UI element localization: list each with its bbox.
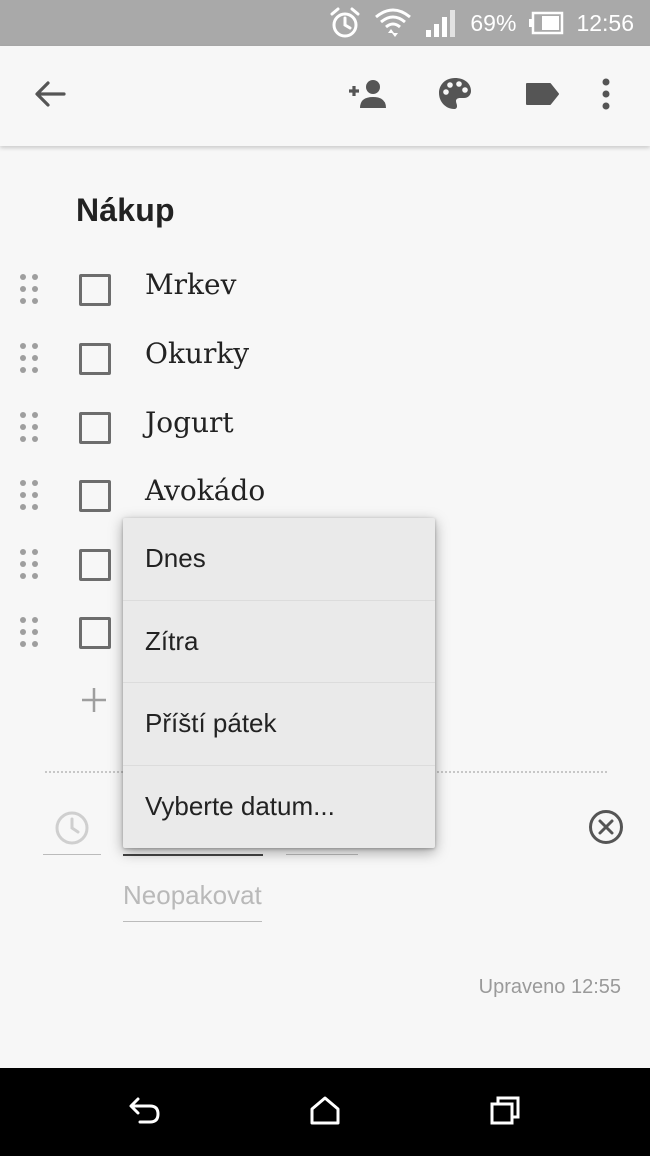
drag-handle-icon[interactable] xyxy=(19,342,39,374)
palette-icon xyxy=(437,76,473,117)
more-options-button[interactable] xyxy=(576,46,636,146)
item-checkbox[interactable] xyxy=(79,617,111,649)
signal-icon xyxy=(424,8,458,38)
wifi-icon xyxy=(374,5,412,41)
menu-item-tomorrow[interactable]: Zítra xyxy=(123,601,435,683)
back-arrow-icon xyxy=(33,79,67,114)
label-button[interactable] xyxy=(512,46,572,146)
status-time: 12:56 xyxy=(576,9,634,36)
more-options-icon xyxy=(601,78,611,115)
edited-timestamp: Upraveno 12:55 xyxy=(478,976,621,998)
menu-item-today[interactable]: Dnes xyxy=(123,518,435,601)
battery-percent: 69% xyxy=(470,9,517,36)
navigation-bar xyxy=(0,1068,650,1156)
status-bar: 69% 12:56 xyxy=(0,0,650,46)
menu-item-next-friday[interactable]: Příští pátek xyxy=(123,683,435,766)
item-label[interactable]: Mrkev xyxy=(145,268,236,301)
drag-handle-icon[interactable] xyxy=(19,411,39,443)
time-field[interactable] xyxy=(286,854,358,855)
back-button[interactable] xyxy=(20,46,80,146)
nav-back-icon xyxy=(128,1095,162,1130)
item-checkbox[interactable] xyxy=(79,274,111,306)
recents-button[interactable] xyxy=(465,1068,545,1156)
clock-field-underline xyxy=(43,854,101,855)
color-button[interactable] xyxy=(425,46,485,146)
item-checkbox[interactable] xyxy=(79,480,111,512)
add-collaborator-icon xyxy=(346,78,390,115)
add-collaborator-button[interactable] xyxy=(338,46,398,146)
remove-reminder-button[interactable] xyxy=(588,809,624,850)
checklist-item[interactable]: Okurky xyxy=(0,323,650,391)
note-toolbar xyxy=(0,46,650,146)
repeat-dropdown[interactable]: Neopakovat xyxy=(123,880,262,922)
checklist-item[interactable]: Mrkev xyxy=(0,254,650,322)
date-dropdown-menu: Dnes Zítra Příští pátek Vyberte datum... xyxy=(123,518,435,848)
battery-icon xyxy=(528,11,564,35)
label-icon xyxy=(524,81,560,112)
item-label[interactable]: Avokádo xyxy=(145,474,265,507)
note-title[interactable]: Nákup xyxy=(76,192,175,229)
clock-icon xyxy=(54,810,90,851)
drag-handle-icon[interactable] xyxy=(19,479,39,511)
nav-back-button[interactable] xyxy=(105,1068,185,1156)
date-field[interactable] xyxy=(123,854,263,856)
home-button[interactable] xyxy=(285,1068,365,1156)
checklist-item[interactable]: Jogurt xyxy=(0,392,650,460)
menu-item-pick-date[interactable]: Vyberte datum... xyxy=(123,766,435,849)
home-icon xyxy=(309,1095,341,1130)
item-label[interactable]: Okurky xyxy=(145,337,249,370)
item-checkbox[interactable] xyxy=(79,549,111,581)
add-item-icon[interactable] xyxy=(80,686,108,714)
close-circle-icon xyxy=(588,810,624,849)
drag-handle-icon[interactable] xyxy=(19,616,39,648)
drag-handle-icon[interactable] xyxy=(19,273,39,305)
item-label[interactable]: Jogurt xyxy=(145,406,234,439)
item-checkbox[interactable] xyxy=(79,343,111,375)
item-checkbox[interactable] xyxy=(79,412,111,444)
drag-handle-icon[interactable] xyxy=(19,548,39,580)
alarm-icon xyxy=(328,6,362,40)
recents-icon xyxy=(489,1095,521,1130)
